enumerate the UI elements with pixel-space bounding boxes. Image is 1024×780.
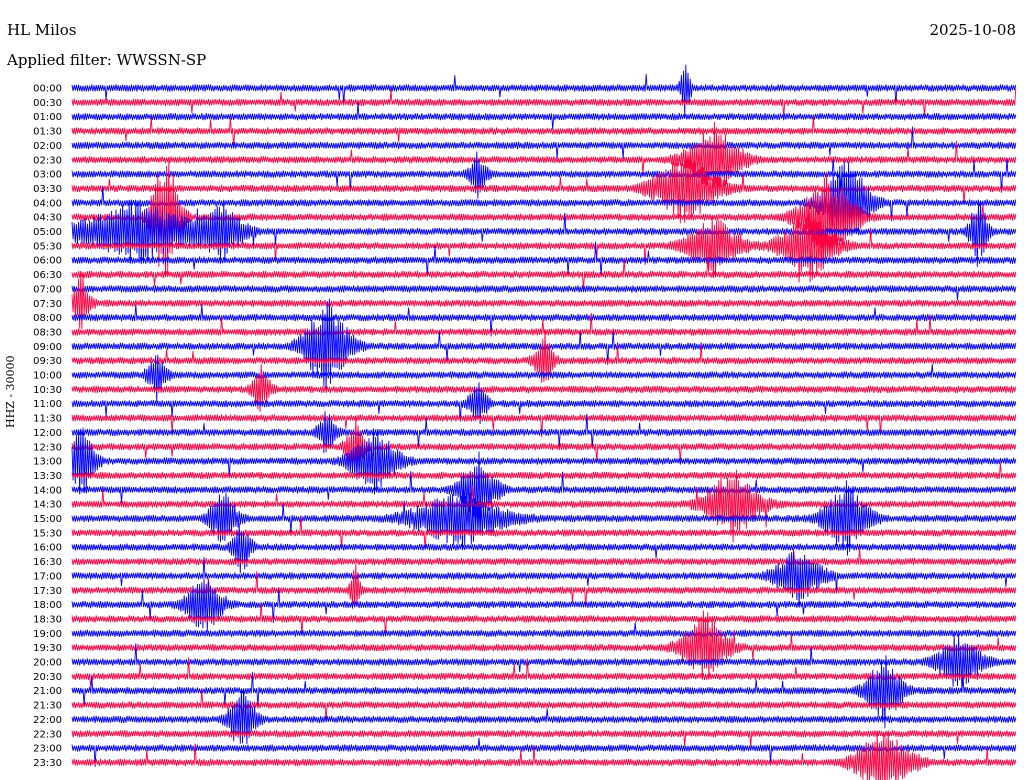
time-label-1000: 10:00 bbox=[33, 371, 62, 382]
time-label-0800: 08:00 bbox=[33, 313, 62, 324]
time-label-0230: 02:30 bbox=[33, 155, 62, 166]
trace-1300 bbox=[71, 427, 1017, 495]
time-label-0500: 05:00 bbox=[33, 227, 62, 238]
time-label-1530: 15:30 bbox=[33, 528, 62, 539]
time-label-0730: 07:30 bbox=[33, 299, 62, 310]
time-label-0830: 08:30 bbox=[33, 327, 62, 338]
trace-group bbox=[71, 64, 1017, 780]
time-label-2030: 20:30 bbox=[33, 672, 62, 683]
time-label-0200: 02:00 bbox=[33, 141, 62, 152]
time-label-0130: 01:30 bbox=[33, 127, 62, 138]
time-label-1100: 11:00 bbox=[33, 399, 62, 410]
station-title: HL Milos bbox=[7, 21, 77, 39]
time-label-1630: 16:30 bbox=[33, 557, 62, 568]
time-label-1830: 18:30 bbox=[33, 614, 62, 625]
time-label-0530: 05:30 bbox=[33, 241, 62, 252]
trace-2100 bbox=[71, 655, 1017, 729]
time-label-1700: 17:00 bbox=[33, 571, 62, 582]
time-label-group: 00:00 00:30 01:00 01:30 02:00 02:30 03:00 03:30… bbox=[33, 84, 62, 769]
time-label-1800: 18:00 bbox=[33, 600, 62, 611]
channel-label: HHZ - 30000 bbox=[4, 355, 17, 428]
time-label-1230: 12:30 bbox=[33, 442, 62, 453]
trace-1800 bbox=[71, 578, 1017, 632]
time-label-0000: 00:00 bbox=[33, 84, 62, 95]
time-label-1930: 19:30 bbox=[33, 643, 62, 654]
time-label-1130: 11:30 bbox=[33, 414, 62, 425]
time-label-1400: 14:00 bbox=[33, 485, 62, 496]
time-label-0600: 06:00 bbox=[33, 256, 62, 267]
trace-0700 bbox=[71, 285, 1017, 300]
trace-0130 bbox=[71, 115, 1017, 149]
trace-1230 bbox=[71, 417, 1017, 476]
trace-0000 bbox=[71, 64, 1017, 117]
time-label-1330: 13:30 bbox=[33, 471, 62, 482]
time-label-0900: 09:00 bbox=[33, 342, 62, 353]
trace-2230 bbox=[71, 729, 1017, 748]
time-label-1430: 14:30 bbox=[33, 500, 62, 511]
time-label-1900: 19:00 bbox=[33, 629, 62, 640]
time-label-0930: 09:30 bbox=[33, 356, 62, 367]
time-label-0700: 07:00 bbox=[33, 284, 62, 295]
trace-1630 bbox=[71, 548, 1017, 566]
trace-0030 bbox=[71, 88, 1017, 119]
date-label: 2025-10-08 bbox=[929, 21, 1016, 39]
time-label-0100: 01:00 bbox=[33, 112, 62, 123]
time-label-1300: 13:00 bbox=[33, 457, 62, 468]
filter-label: Applied filter: WWSSN-SP bbox=[7, 51, 207, 69]
trace-1700 bbox=[71, 551, 1017, 608]
time-label-0300: 03:00 bbox=[33, 170, 62, 181]
time-label-2230: 22:30 bbox=[33, 729, 62, 740]
trace-0100 bbox=[71, 102, 1017, 130]
trace-2000 bbox=[71, 634, 1017, 692]
time-label-0330: 03:30 bbox=[33, 184, 62, 195]
trace-2330 bbox=[71, 732, 1017, 780]
time-label-0630: 06:30 bbox=[33, 270, 62, 281]
trace-1330 bbox=[71, 462, 1017, 480]
time-label-1600: 16:00 bbox=[33, 543, 62, 554]
time-label-1500: 15:00 bbox=[33, 514, 62, 525]
trace-0430 bbox=[71, 161, 1017, 277]
time-label-0430: 04:30 bbox=[33, 213, 62, 224]
helicorder-plot: 00:00 00:30 01:00 01:30 02:00 02:30 03:00 03:30… bbox=[33, 64, 1017, 780]
time-label-2330: 23:30 bbox=[33, 758, 62, 769]
time-label-1200: 12:00 bbox=[33, 428, 62, 439]
time-label-2000: 20:00 bbox=[33, 658, 62, 669]
time-label-2300: 23:00 bbox=[33, 744, 62, 755]
time-label-2100: 21:00 bbox=[33, 686, 62, 697]
time-label-2200: 22:00 bbox=[33, 715, 62, 726]
time-label-0030: 00:30 bbox=[33, 98, 62, 109]
time-label-2130: 21:30 bbox=[33, 701, 62, 712]
time-label-1030: 10:30 bbox=[33, 385, 62, 396]
time-label-0400: 04:00 bbox=[33, 198, 62, 209]
time-label-1730: 17:30 bbox=[33, 586, 62, 597]
